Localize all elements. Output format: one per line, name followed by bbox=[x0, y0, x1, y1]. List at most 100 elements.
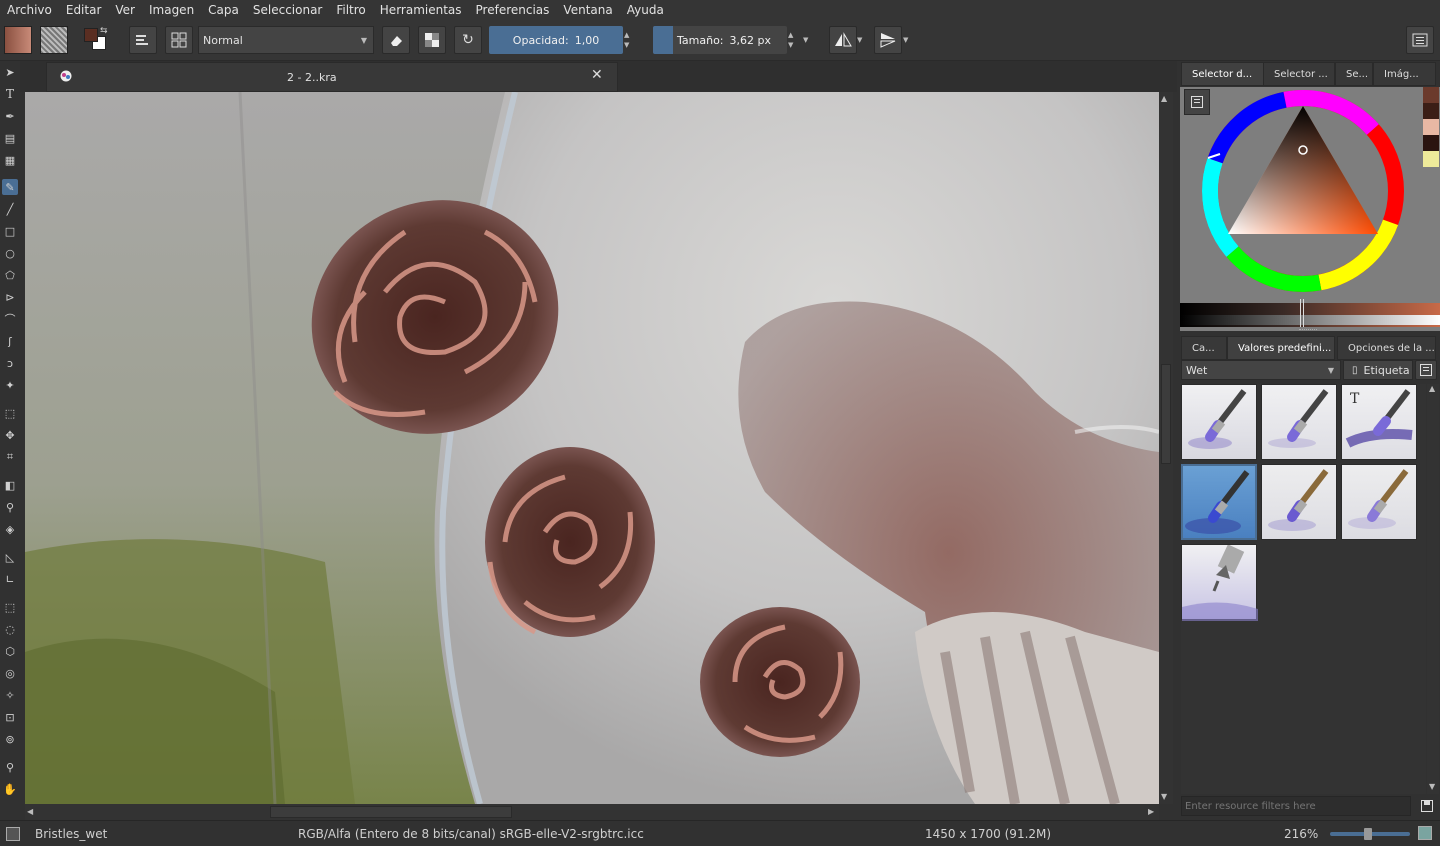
reload-preset-button[interactable]: ↻ bbox=[454, 26, 482, 54]
freehand-brush-tool-icon[interactable]: ✎ bbox=[2, 179, 18, 195]
freehand-select-tool-icon[interactable]: ◎ bbox=[2, 665, 18, 681]
scroll-right-arrow[interactable]: ▶ bbox=[1148, 807, 1154, 816]
history-swatch[interactable] bbox=[1423, 119, 1439, 135]
mirror-vertical-dropdown[interactable]: ▼ bbox=[903, 26, 915, 54]
horizontal-scroll-thumb[interactable] bbox=[270, 806, 512, 818]
menu-herramientas[interactable]: Herramientas bbox=[373, 3, 469, 17]
history-swatch[interactable] bbox=[1423, 151, 1439, 167]
opacity-spin-arrows[interactable]: ▲ ▼ bbox=[624, 26, 636, 54]
history-swatch[interactable] bbox=[1423, 135, 1439, 151]
rect-select-tool-icon[interactable]: ⬚ bbox=[2, 599, 18, 615]
value-grey-bar[interactable] bbox=[1180, 315, 1440, 325]
value-slider-handle[interactable] bbox=[1300, 299, 1304, 327]
scroll-up-arrow[interactable]: ▲ bbox=[1429, 384, 1435, 393]
eraser-mode-button[interactable] bbox=[382, 26, 410, 54]
menu-capa[interactable]: Capa bbox=[201, 3, 246, 17]
preserve-alpha-button[interactable] bbox=[418, 26, 446, 54]
measure-tool-icon[interactable]: ∟ bbox=[2, 571, 18, 587]
save-filter-button[interactable] bbox=[1417, 796, 1437, 816]
brush-preset-bristles-wet[interactable] bbox=[1181, 464, 1257, 540]
scroll-up-arrow[interactable]: ▲ bbox=[1161, 94, 1167, 103]
gradient-swatch[interactable] bbox=[4, 26, 32, 54]
tab-brush-presets[interactable]: Valores predefini... bbox=[1227, 336, 1335, 360]
tag-button[interactable]: ▯ Etiqueta bbox=[1343, 360, 1413, 380]
menu-editar[interactable]: Editar bbox=[59, 3, 109, 17]
contiguous-select-tool-icon[interactable]: ✧ bbox=[2, 687, 18, 703]
tab-color-selector[interactable]: Selector ... bbox=[1263, 62, 1335, 86]
size-spin-arrows[interactable]: ▲ ▼ bbox=[788, 26, 800, 54]
resource-filter-input[interactable] bbox=[1181, 796, 1411, 816]
mirror-vertical-button[interactable] bbox=[874, 26, 902, 54]
menu-seleccionar[interactable]: Seleccionar bbox=[246, 3, 329, 17]
brush-preset-wet-5[interactable] bbox=[1341, 464, 1417, 540]
history-swatch[interactable] bbox=[1423, 87, 1439, 103]
scroll-down-arrow[interactable]: ▼ bbox=[1161, 792, 1167, 801]
fill-tool-icon[interactable]: ◈ bbox=[2, 521, 18, 537]
ellipse-tool-icon[interactable]: ○ bbox=[2, 245, 18, 261]
size-slider[interactable]: Tamaño: 3,62 px bbox=[653, 26, 787, 54]
panel-splitter-handle[interactable] bbox=[1299, 329, 1317, 331]
gradient-tool-icon[interactable]: ◧ bbox=[2, 477, 18, 493]
menu-imagen[interactable]: Imagen bbox=[142, 3, 201, 17]
pattern-tool-icon[interactable]: ▦ bbox=[2, 152, 18, 168]
color-picker-tool-icon[interactable]: ⚲ bbox=[2, 499, 18, 515]
brush-preset-wet-2[interactable] bbox=[1261, 384, 1337, 460]
foreground-color-swatch[interactable] bbox=[84, 28, 98, 42]
brush-view-mode-button[interactable] bbox=[1415, 360, 1437, 380]
close-document-icon[interactable]: ✕ bbox=[591, 67, 603, 83]
zoom-slider-handle[interactable] bbox=[1364, 828, 1372, 840]
brush-preset-wet-4[interactable] bbox=[1261, 464, 1337, 540]
polyline-tool-icon[interactable]: ⊳ bbox=[2, 289, 18, 305]
rectangle-tool-icon[interactable]: □ bbox=[2, 223, 18, 239]
move-tool-icon[interactable]: ✥ bbox=[2, 427, 18, 443]
calligraphy-tool-icon[interactable]: ✒ bbox=[2, 108, 18, 124]
pan-tool-icon[interactable]: ✋ bbox=[2, 781, 18, 797]
ellipse-select-tool-icon[interactable]: ◌ bbox=[2, 621, 18, 637]
brush-preset-wet-1[interactable] bbox=[1181, 384, 1257, 460]
menu-preferencias[interactable]: Preferencias bbox=[469, 3, 557, 17]
edit-gradient-tool-icon[interactable]: ▤ bbox=[2, 130, 18, 146]
bezier-select-tool-icon[interactable]: ⊚ bbox=[2, 731, 18, 747]
multibrush-tool-icon[interactable]: ✦ bbox=[2, 377, 18, 393]
menu-ver[interactable]: Ver bbox=[108, 3, 142, 17]
text-tool-icon[interactable]: T bbox=[2, 86, 18, 102]
pattern-swatch[interactable] bbox=[40, 26, 68, 54]
freehand-path-tool-icon[interactable]: ʃ bbox=[2, 333, 18, 349]
line-tool-icon[interactable]: ╱ bbox=[2, 201, 18, 217]
mirror-horizontal-dropdown[interactable]: ▼ bbox=[857, 26, 869, 54]
blend-mode-select[interactable]: Normal ▼ bbox=[198, 26, 374, 54]
toolbar-menu-button[interactable] bbox=[1406, 26, 1434, 54]
tab-advanced-color-selector[interactable]: Selector d... bbox=[1181, 62, 1265, 86]
document-tab[interactable]: 2 - 2..kra ✕ bbox=[46, 62, 618, 92]
transform-tool-icon[interactable]: ⬚ bbox=[2, 405, 18, 421]
size-dropdown-arrow[interactable]: ▼ bbox=[803, 26, 813, 54]
horizontal-scrollbar[interactable]: ◀ ▶ bbox=[25, 804, 1159, 820]
dynamic-brush-tool-icon[interactable]: ↄ bbox=[2, 355, 18, 371]
crop-tool-icon[interactable]: ⌗ bbox=[2, 449, 18, 465]
swap-colors-icon[interactable]: ⇆ bbox=[100, 26, 108, 36]
color-space-info[interactable]: RGB/Alfa (Entero de 8 bits/canal) sRGB-e… bbox=[298, 827, 644, 841]
tab-image[interactable]: Imág... bbox=[1373, 62, 1436, 86]
polygon-tool-icon[interactable]: ⬠ bbox=[2, 267, 18, 283]
brush-preset-wet-airbrush[interactable] bbox=[1181, 544, 1258, 621]
hue-ring-triangle[interactable] bbox=[1198, 86, 1408, 296]
select-shapes-tool-icon[interactable]: ➤ bbox=[2, 64, 18, 80]
zoom-slider[interactable] bbox=[1330, 828, 1410, 840]
vertical-scrollbar[interactable]: ▲ ▼ bbox=[1159, 92, 1173, 804]
brush-list-scrollbar[interactable]: ▲ ▼ bbox=[1427, 384, 1439, 794]
menu-filtro[interactable]: Filtro bbox=[329, 3, 372, 17]
fg-bg-color-selector[interactable]: ⇆ bbox=[84, 26, 112, 54]
tab-selector-short[interactable]: Se... bbox=[1335, 62, 1373, 86]
painting-canvas[interactable] bbox=[25, 92, 1159, 804]
zoom-tool-icon[interactable]: ⚲ bbox=[2, 759, 18, 775]
edit-brush-settings-button[interactable] bbox=[129, 26, 157, 54]
brush-preset-wet-text[interactable]: T bbox=[1341, 384, 1417, 460]
canvas-fit-icon[interactable] bbox=[1418, 826, 1432, 840]
menu-ayuda[interactable]: Ayuda bbox=[620, 3, 671, 17]
vertical-scroll-thumb[interactable] bbox=[1161, 364, 1171, 464]
history-swatch[interactable] bbox=[1423, 103, 1439, 119]
scroll-down-arrow[interactable]: ▼ bbox=[1429, 782, 1435, 791]
menu-archivo[interactable]: Archivo bbox=[0, 3, 59, 17]
brush-tag-filter-select[interactable]: Wet ▼ bbox=[1181, 360, 1341, 380]
similar-select-tool-icon[interactable]: ⊡ bbox=[2, 709, 18, 725]
